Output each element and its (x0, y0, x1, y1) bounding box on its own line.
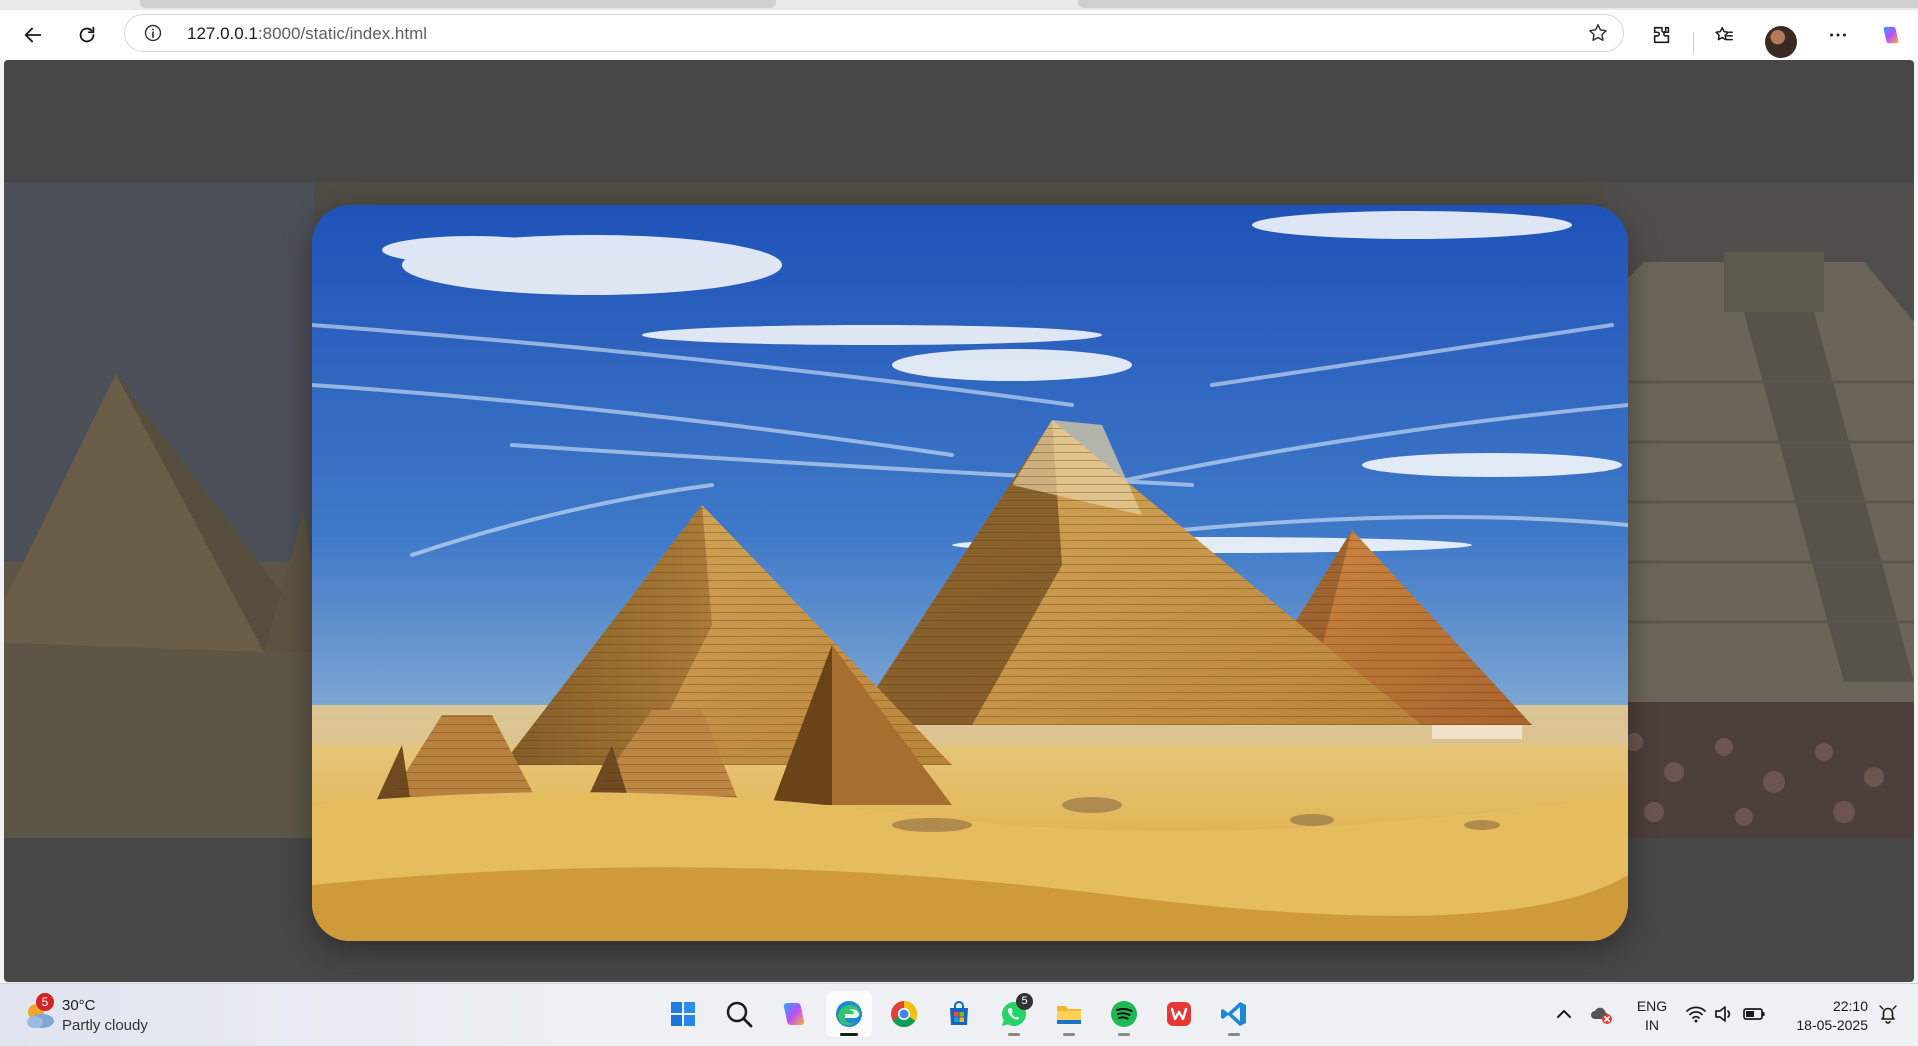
running-indicator (1228, 1033, 1240, 1036)
store-taskbar-button[interactable] (936, 991, 982, 1037)
clock-date: 18-05-2025 (1796, 1017, 1868, 1033)
copilot-icon (783, 1003, 805, 1025)
page-viewport (4, 60, 1914, 982)
search-button[interactable] (716, 991, 762, 1037)
windows-icon (671, 1002, 695, 1026)
edge-taskbar-button[interactable] (826, 991, 872, 1037)
file-explorer-taskbar-button[interactable] (1046, 991, 1092, 1037)
weather-widget[interactable]: 5 30°C Partly cloudy (22, 993, 222, 1038)
whatsapp-taskbar-button[interactable]: 5 (991, 991, 1037, 1037)
tab[interactable] (1078, 0, 1918, 8)
weather-temperature: 30°C (62, 997, 96, 1014)
vscode-icon (1221, 1002, 1246, 1026)
tab[interactable] (140, 0, 776, 8)
battery-icon[interactable] (1742, 1002, 1766, 1026)
weather-alert-badge: 5 (36, 993, 54, 1011)
url-text: 127.0.0.1:8000/static/index.html (187, 24, 427, 44)
wps-icon (1167, 1002, 1191, 1026)
tab-strip (0, 0, 1918, 10)
carousel-prev-slide[interactable] (4, 182, 314, 838)
back-button[interactable] (14, 16, 52, 54)
whatsapp-badge: 5 (1016, 993, 1033, 1010)
copilot-button[interactable] (1872, 16, 1910, 54)
running-indicator (1008, 1033, 1020, 1036)
volume-icon[interactable] (1712, 1002, 1736, 1026)
favorites-button[interactable] (1705, 16, 1743, 54)
refresh-button[interactable] (68, 16, 106, 54)
cloud-sync-error-icon[interactable] (1589, 1002, 1613, 1026)
browser-toolbar: 127.0.0.1:8000/static/index.html (0, 10, 1918, 60)
extensions-icon (1653, 26, 1670, 44)
toolbar-divider (1693, 32, 1694, 54)
edge-icon (836, 1001, 862, 1027)
back-arrow-icon (24, 27, 42, 43)
pyramids-image (312, 205, 1628, 941)
copilot-icon (1883, 26, 1899, 44)
more-icon (1830, 33, 1846, 37)
url-path: :8000/static/index.html (257, 24, 428, 43)
profile-avatar[interactable] (1765, 26, 1797, 58)
weather-condition: Partly cloudy (62, 1017, 148, 1034)
search-icon (726, 1001, 753, 1028)
more-button[interactable] (1819, 16, 1857, 54)
wps-taskbar-button[interactable] (1156, 991, 1202, 1037)
refresh-icon (79, 26, 95, 43)
url-host: 127.0.0.1 (187, 24, 258, 43)
folder-icon (1057, 1006, 1081, 1024)
vscode-taskbar-button[interactable] (1211, 991, 1257, 1037)
chrome-taskbar-button[interactable] (881, 991, 927, 1037)
language-code: ENG (1636, 998, 1668, 1014)
wifi-icon[interactable] (1684, 1002, 1708, 1026)
clock-time: 22:10 (1832, 998, 1868, 1014)
chrome-icon (891, 1001, 918, 1028)
spotify-icon (1111, 1001, 1137, 1027)
show-hidden-icons-chevron-icon[interactable] (1552, 1002, 1576, 1026)
running-indicator (840, 1033, 858, 1036)
favorites-icon (1715, 26, 1733, 41)
next-slide-image (1604, 182, 1914, 838)
spotify-taskbar-button[interactable] (1101, 991, 1147, 1037)
store-icon (950, 1001, 968, 1025)
carousel-active-slide[interactable] (312, 205, 1628, 941)
start-button[interactable] (660, 991, 706, 1037)
favorite-star-icon[interactable] (1587, 22, 1609, 44)
input-language-indicator[interactable]: ENG IN (1634, 997, 1670, 1035)
copilot-taskbar-button[interactable] (771, 991, 817, 1037)
carousel-next-slide[interactable] (1604, 182, 1914, 838)
running-indicator (1063, 1033, 1075, 1036)
info-icon[interactable] (143, 23, 163, 43)
running-indicator (1118, 1033, 1130, 1036)
address-bar[interactable]: 127.0.0.1:8000/static/index.html (124, 14, 1624, 52)
extensions-button[interactable] (1643, 16, 1681, 54)
system-clock[interactable]: 22:10 18-05-2025 (1778, 997, 1868, 1035)
taskbar: 5 30°C Partly cloudy 5 ENG IN 22:10 18-0… (0, 983, 1918, 1046)
notification-bell-icon[interactable] (1876, 1002, 1900, 1026)
prev-slide-image (4, 182, 314, 838)
region-code: IN (1645, 1017, 1659, 1033)
